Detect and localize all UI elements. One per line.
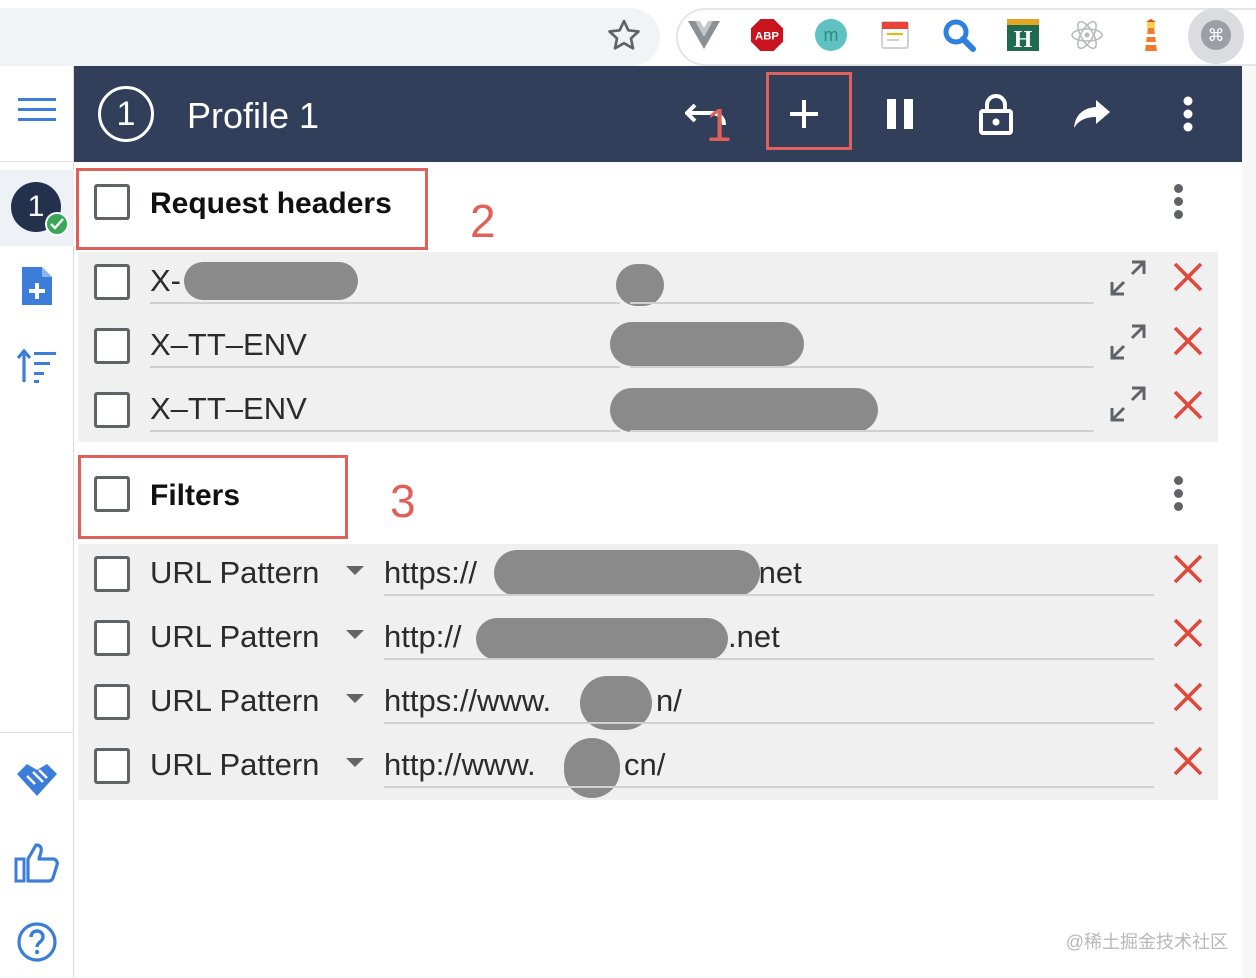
mercury-icon[interactable]: m (814, 18, 848, 52)
vue-devtools-icon[interactable] (687, 18, 721, 52)
redaction-smudge (494, 550, 760, 596)
header-name-underline (150, 430, 620, 432)
annotation-number-2: 2 (470, 195, 496, 247)
lighthouse-icon[interactable] (1134, 18, 1168, 52)
lock-icon[interactable] (968, 86, 1024, 142)
dropdown-arrow-icon[interactable] (346, 694, 364, 703)
redaction-smudge (610, 388, 878, 432)
url-pattern-suffix: .net (728, 619, 780, 654)
header-row-checkbox[interactable] (94, 392, 130, 428)
delete-icon[interactable] (1171, 680, 1205, 714)
header-row-checkbox[interactable] (94, 264, 130, 300)
more-vert-icon[interactable] (1160, 86, 1216, 142)
notes-icon[interactable] (878, 18, 912, 52)
url-pattern-suffix: cn/ (624, 747, 666, 782)
annotation-box-1 (766, 72, 852, 150)
url-pattern-underline (384, 658, 1154, 660)
header-value-field[interactable] (630, 366, 1094, 368)
filter-row-checkbox[interactable] (94, 620, 130, 656)
adblock-plus-icon[interactable]: ABP (750, 18, 784, 52)
filter-row-checkbox[interactable] (94, 556, 130, 592)
url-pattern-underline (384, 786, 1154, 788)
url-pattern-underline (384, 722, 1154, 724)
redaction-smudge (616, 264, 664, 306)
delete-icon[interactable] (1171, 260, 1205, 294)
redaction-smudge (476, 618, 728, 660)
url-pattern-prefix[interactable]: http://www. (384, 746, 536, 784)
profile-number-icon: 1 (98, 86, 154, 142)
bookmark-star-icon[interactable] (604, 16, 644, 56)
url-pattern-prefix[interactable]: http:// (384, 618, 462, 656)
pause-icon[interactable] (872, 86, 928, 142)
search-ext-icon[interactable] (942, 18, 976, 52)
expand-icon[interactable] (1108, 322, 1148, 362)
annotation-box-2 (76, 168, 428, 250)
header-name-underline (150, 302, 620, 304)
header-value-field[interactable] (630, 430, 1094, 432)
header-name-underline (150, 366, 620, 368)
delete-icon[interactable] (1171, 616, 1205, 650)
profile-content: Request headers X- X–TT–ENV X–TT–ENV Fil… (74, 162, 1242, 978)
sort-icon[interactable] (0, 342, 74, 390)
filters-more-icon[interactable] (1172, 476, 1184, 516)
redaction-smudge (610, 322, 804, 366)
annotation-number-3: 3 (390, 475, 416, 527)
dropdown-arrow-icon[interactable] (346, 566, 364, 575)
thumbs-up-icon[interactable] (0, 838, 74, 886)
svg-text:ABP: ABP (755, 31, 779, 43)
dropdown-arrow-icon[interactable] (346, 758, 364, 767)
url-pattern-prefix[interactable]: https://www. (384, 682, 551, 720)
address-bar[interactable] (0, 8, 660, 66)
browser-toolbar: ABP m H ⌘ (0, 0, 1256, 66)
filter-type-select[interactable]: URL Pattern (150, 554, 319, 592)
filter-row-checkbox[interactable] (94, 748, 130, 784)
modheader-icon[interactable]: ⌘ (1199, 18, 1233, 52)
background-page-edge (1242, 66, 1256, 978)
redaction-smudge (184, 262, 358, 300)
delete-icon[interactable] (1171, 552, 1205, 586)
header-name-field[interactable]: X–TT–ENV (150, 326, 307, 364)
expand-icon[interactable] (1108, 258, 1148, 298)
dropdown-arrow-icon[interactable] (346, 630, 364, 639)
rail-divider (0, 732, 74, 733)
share-icon[interactable] (1064, 86, 1120, 142)
annotation-number-1: 1 (706, 99, 732, 151)
filter-type-select[interactable]: URL Pattern (150, 618, 319, 656)
request-headers-more-icon[interactable] (1172, 184, 1184, 224)
left-rail: 1 (0, 66, 74, 978)
handshake-icon[interactable] (0, 756, 74, 804)
react-devtools-icon[interactable] (1070, 18, 1104, 52)
expand-icon[interactable] (1108, 384, 1148, 424)
annotation-box-3 (78, 455, 348, 539)
rail-profile-badge[interactable]: 1 (0, 176, 74, 240)
header-value-field[interactable] (630, 302, 1094, 304)
redaction-smudge (564, 738, 620, 798)
svg-text:H: H (1014, 27, 1033, 52)
url-pattern-underline (384, 594, 1154, 596)
watermark: @稀土掘金技术社区 (1065, 932, 1228, 952)
header-name-field[interactable]: X- (150, 262, 181, 300)
filter-type-select[interactable]: URL Pattern (150, 682, 319, 720)
filter-row-checkbox[interactable] (94, 684, 130, 720)
svg-text:m: m (824, 25, 839, 45)
menu-icon[interactable] (0, 86, 74, 134)
header-row-checkbox[interactable] (94, 328, 130, 364)
help-icon[interactable] (0, 918, 74, 966)
filter-type-select[interactable]: URL Pattern (150, 746, 319, 784)
delete-icon[interactable] (1171, 744, 1205, 778)
url-pattern-suffix: n/ (656, 683, 682, 718)
profile-header: 1 Profile 1 (74, 66, 1242, 162)
profile-title[interactable]: Profile 1 (187, 94, 319, 138)
delete-icon[interactable] (1171, 324, 1205, 358)
header-name-field[interactable]: X–TT–ENV (150, 390, 307, 428)
svg-text:⌘: ⌘ (1208, 26, 1225, 46)
url-pattern-prefix[interactable]: https:// (384, 554, 477, 592)
active-check-icon (45, 212, 69, 236)
add-file-icon[interactable] (0, 262, 74, 310)
delete-icon[interactable] (1171, 388, 1205, 422)
hacker-icon[interactable]: H (1006, 18, 1040, 52)
